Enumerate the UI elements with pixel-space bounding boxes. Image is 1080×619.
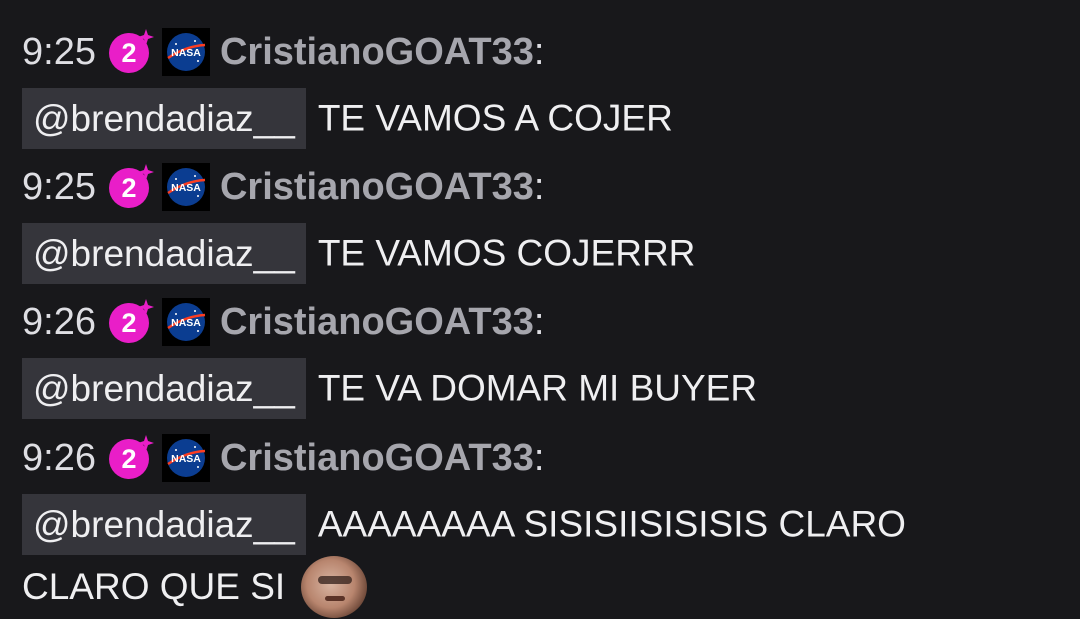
face-emote-icon[interactable] [301, 555, 368, 618]
username-colon: : [533, 301, 545, 343]
message-body: @brendadiaz__ TE VAMOS A COJER [22, 87, 1062, 149]
nasa-badge-icon[interactable]: NASA [161, 163, 210, 211]
message-body: @brendadiaz__ AAAAAAAA SISISIISISISIS CLA… [22, 493, 1062, 555]
mention-tag[interactable]: @brendadiaz__ [22, 87, 306, 149]
svg-text:2: 2 [121, 308, 136, 338]
message-text: TE VAMOS COJERRR [317, 232, 696, 274]
timestamp: 9:26 [22, 437, 96, 479]
username-colon: : [533, 31, 545, 73]
timestamp: 9:25 [22, 166, 96, 208]
svg-text:NASA: NASA [171, 453, 201, 465]
message-body: @brendadiaz__ TE VAMOS COJERRR [22, 222, 1062, 284]
svg-text:2: 2 [121, 173, 136, 203]
chat-panel: 9:25 2 NASA CristianoGOAT33: @brendadiaz… [0, 0, 1080, 618]
nasa-badge-icon[interactable]: NASA [161, 298, 210, 346]
nasa-badge-icon[interactable]: NASA [161, 28, 210, 76]
username[interactable]: CristianoGOAT33 [220, 29, 534, 75]
message-text: TE VAMOS A COJER [317, 97, 673, 139]
subscriber-badge-icon[interactable]: 2 [108, 299, 154, 345]
username-colon: : [533, 437, 545, 479]
svg-text:NASA: NASA [171, 47, 201, 59]
message-text: TE VA DOMAR MI BUYER [317, 367, 758, 409]
message-body: @brendadiaz__ TE VA DOMAR MI BUYER [22, 357, 1062, 419]
message-body-continued: CLARO QUE SI [22, 555, 1062, 619]
timestamp: 9:25 [22, 31, 96, 73]
username[interactable]: CristianoGOAT33 [220, 164, 534, 210]
subscriber-badge-icon[interactable]: 2 [108, 435, 154, 481]
chat-message: 9:26 2 NASA CristianoGOAT33: @brendadiaz… [22, 434, 1062, 619]
subscriber-badge-icon[interactable]: 2 [108, 164, 154, 210]
timestamp: 9:26 [22, 301, 96, 343]
mention-tag[interactable]: @brendadiaz__ [22, 222, 306, 284]
message-header: 9:25 2 NASA CristianoGOAT33: [22, 163, 1062, 211]
svg-text:2: 2 [121, 38, 136, 68]
message-header: 9:26 2 NASA CristianoGOAT33: [22, 434, 1062, 482]
nasa-badge-icon[interactable]: NASA [161, 434, 210, 482]
username-colon: : [533, 166, 545, 208]
mention-tag[interactable]: @brendadiaz__ [22, 357, 306, 419]
svg-text:NASA: NASA [171, 317, 201, 329]
chat-message: 9:25 2 NASA CristianoGOAT33: @brendadiaz… [22, 28, 1062, 149]
username[interactable]: CristianoGOAT33 [220, 299, 534, 345]
mention-tag[interactable]: @brendadiaz__ [22, 493, 306, 555]
message-header: 9:26 2 NASA CristianoGOAT33: [22, 298, 1062, 346]
message-text-line2: CLARO QUE SI [22, 565, 286, 607]
message-header: 9:25 2 NASA CristianoGOAT33: [22, 28, 1062, 76]
svg-text:2: 2 [121, 444, 136, 474]
subscriber-badge-icon[interactable]: 2 [108, 29, 154, 75]
username[interactable]: CristianoGOAT33 [220, 435, 534, 481]
svg-text:NASA: NASA [171, 182, 201, 194]
message-text: AAAAAAAA SISISIISISISIS CLARO [317, 503, 906, 545]
chat-message: 9:26 2 NASA CristianoGOAT33: @brendadiaz… [22, 298, 1062, 419]
chat-message: 9:25 2 NASA CristianoGOAT33: @brendadiaz… [22, 163, 1062, 284]
